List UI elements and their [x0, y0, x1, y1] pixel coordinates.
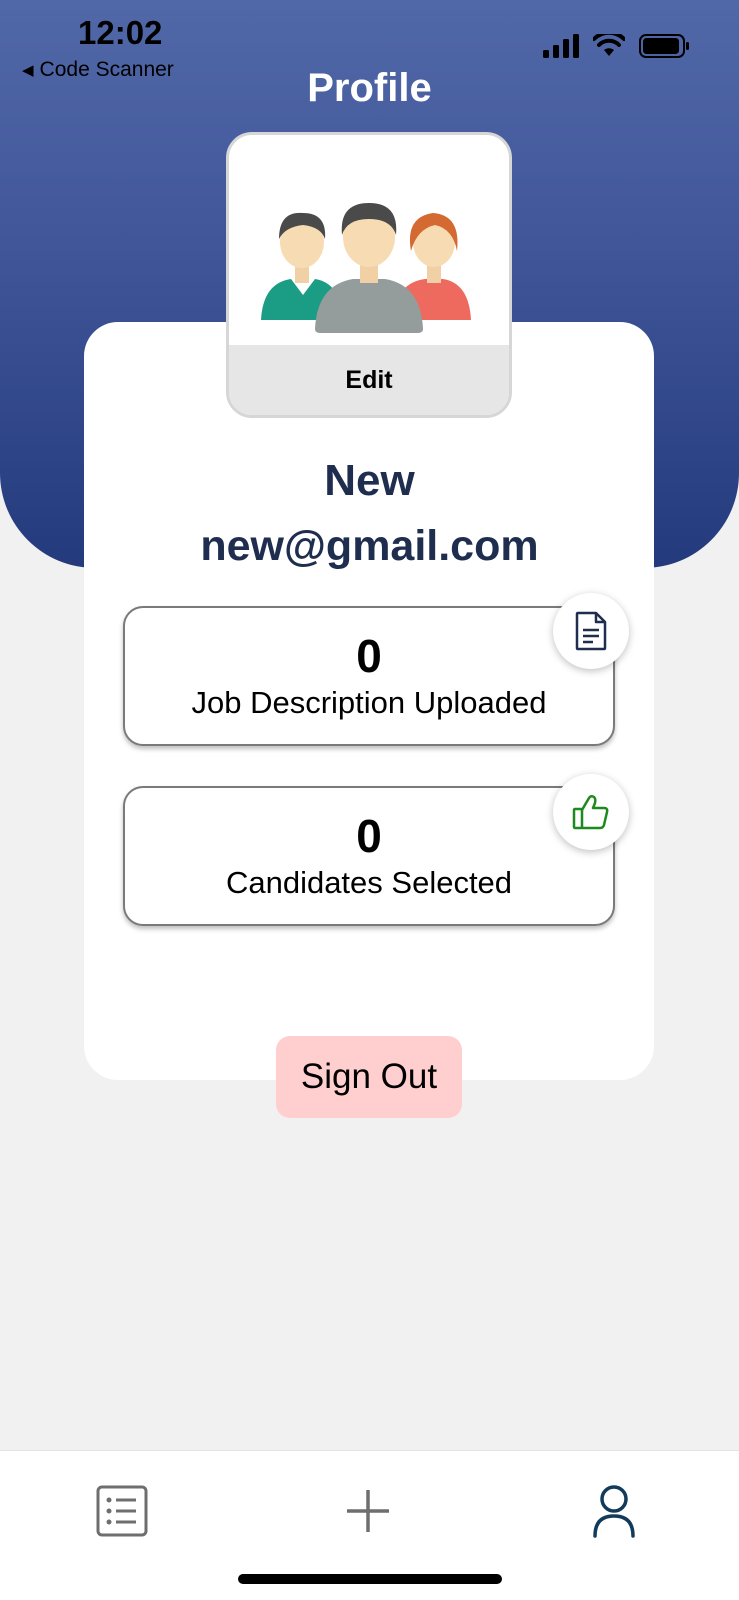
thumbs-up-icon: [553, 774, 629, 850]
avatar-edit-button[interactable]: Edit: [229, 345, 509, 415]
page-title: Profile: [307, 66, 432, 110]
stat-value: 0: [356, 809, 382, 862]
tab-add[interactable]: [328, 1471, 408, 1551]
candidates-selected-stat-card[interactable]: 0 Candidates Selected: [123, 786, 615, 926]
wifi-icon: [593, 34, 625, 56]
profile-icon: [593, 1485, 635, 1538]
sign-out-button[interactable]: Sign Out: [276, 1036, 462, 1118]
job-description-stat-card[interactable]: 0 Job Description Uploaded: [123, 606, 615, 746]
user-name: New: [324, 456, 415, 505]
status-icons: [543, 34, 691, 58]
tab-profile[interactable]: [574, 1471, 654, 1551]
signal-icon: [543, 34, 579, 58]
plus-icon: [347, 1490, 389, 1532]
battery-icon: [639, 34, 689, 58]
people-group-avatar: [261, 203, 471, 333]
list-icon: [96, 1485, 148, 1537]
stat-value: 0: [356, 629, 382, 682]
avatar-card[interactable]: Edit: [226, 132, 512, 418]
stat-label: Job Description Uploaded: [191, 685, 547, 721]
stat-label: Candidates Selected: [225, 865, 513, 901]
status-time: 12:02: [78, 14, 163, 51]
user-email: new@gmail.com: [200, 522, 539, 570]
document-icon: [553, 593, 629, 669]
home-indicator: [238, 1574, 502, 1584]
tab-list[interactable]: [82, 1471, 162, 1551]
